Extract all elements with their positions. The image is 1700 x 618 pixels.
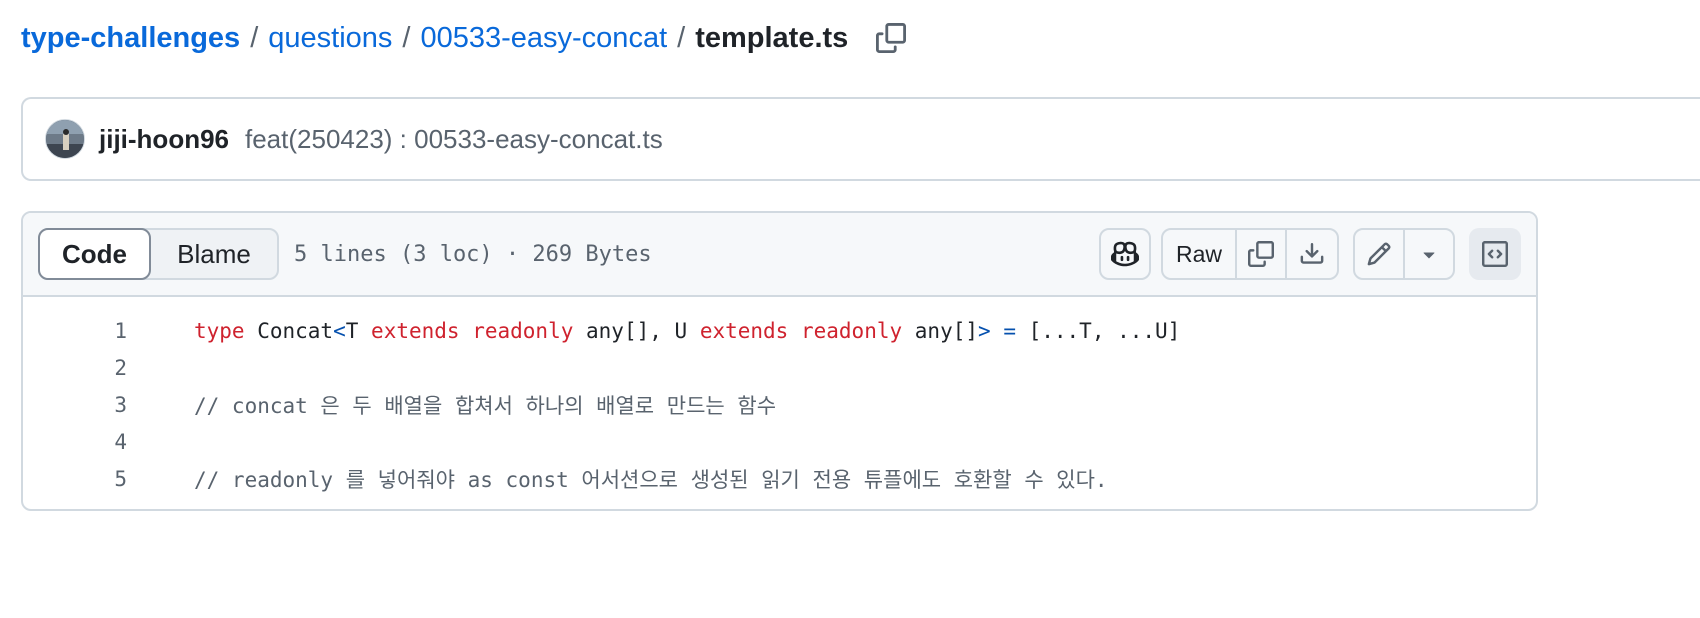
- file-meta: 5 lines (3 loc) · 269 Bytes: [294, 241, 652, 267]
- copy-icon: [876, 23, 907, 53]
- breadcrumb-repo-link[interactable]: type-challenges: [21, 22, 240, 55]
- raw-button[interactable]: Raw: [1163, 230, 1237, 278]
- breadcrumb-folder-link[interactable]: 00533-easy-concat: [420, 22, 667, 55]
- code-line: 2: [23, 350, 1536, 387]
- code-view[interactable]: 1 type Concat<T extends readonly any[], …: [23, 297, 1536, 497]
- commit-author-link[interactable]: jiji-hoon96: [99, 124, 229, 155]
- line-code: type Concat<T extends readonly any[], U …: [194, 319, 1180, 343]
- latest-commit-bar: jiji-hoon96 feat(250423) : 00533-easy-co…: [21, 97, 1700, 181]
- copilot-icon: [1111, 241, 1139, 267]
- edit-file-button[interactable]: [1355, 230, 1405, 278]
- token-keyword: readonly: [800, 319, 903, 344]
- copy-path-button[interactable]: [874, 21, 908, 55]
- symbols-panel-button[interactable]: [1469, 228, 1521, 280]
- tab-code[interactable]: Code: [38, 228, 151, 280]
- line-number[interactable]: 5: [23, 467, 127, 491]
- raw-copy-download-group: Raw: [1161, 228, 1339, 280]
- breadcrumb-separator: /: [250, 21, 259, 54]
- token-text: any[]: [902, 319, 978, 344]
- file-view: Code Blame 5 lines (3 loc) · 269 Bytes R…: [21, 211, 1538, 511]
- token-keyword: readonly: [472, 319, 574, 344]
- pencil-icon: [1367, 242, 1391, 266]
- code-comment: // concat 은 두 배열을 합쳐서 하나의 배열로 만드는 함수: [194, 393, 777, 418]
- code-line: 5 // readonly 를 넣어줘야 as const 어서션으로 생성된 …: [23, 460, 1536, 497]
- token-text: Concat: [244, 319, 334, 344]
- token-keyword: type: [194, 319, 245, 344]
- line-number[interactable]: 2: [23, 356, 127, 380]
- commit-message-link[interactable]: feat(250423) : 00533-easy-concat.ts: [245, 124, 663, 155]
- view-toggle: Code Blame: [38, 228, 279, 280]
- breadcrumb-separator: /: [402, 21, 411, 54]
- edit-dropdown-button[interactable]: [1405, 230, 1453, 278]
- code-line: 4: [23, 423, 1536, 460]
- file-header: Code Blame 5 lines (3 loc) · 269 Bytes R…: [23, 213, 1536, 297]
- triangle-down-icon: [1423, 252, 1435, 259]
- tab-blame[interactable]: Blame: [151, 230, 277, 278]
- token-keyword: extends: [371, 319, 460, 344]
- copy-raw-button[interactable]: [1237, 230, 1287, 278]
- token-text: any[], U: [573, 319, 700, 344]
- download-icon: [1300, 243, 1324, 264]
- breadcrumb-separator: /: [677, 21, 686, 54]
- edit-group: [1353, 228, 1455, 280]
- token-text: T: [345, 319, 372, 344]
- code-line: 1 type Concat<T extends readonly any[], …: [23, 313, 1536, 350]
- avatar[interactable]: [45, 119, 85, 159]
- line-number[interactable]: 4: [23, 430, 127, 454]
- breadcrumb: type-challenges / questions / 00533-easy…: [21, 18, 908, 58]
- line-number[interactable]: 1: [23, 319, 127, 343]
- code-comment: // readonly 를 넣어줘야 as const 어서션으로 생성된 읽기…: [194, 467, 1108, 492]
- token-text: [...T, ...U]: [1015, 319, 1181, 344]
- copy-icon: [1248, 241, 1274, 267]
- line-number[interactable]: 3: [23, 393, 127, 417]
- copilot-button[interactable]: [1099, 228, 1151, 280]
- token-keyword: extends: [699, 319, 789, 344]
- avatar-image: [46, 120, 84, 158]
- code-square-icon: [1482, 241, 1508, 267]
- token-operator: =: [1003, 319, 1016, 344]
- code-line: 3 // concat 은 두 배열을 합쳐서 하나의 배열로 만드는 함수: [23, 387, 1536, 424]
- download-button[interactable]: [1287, 230, 1337, 278]
- token-operator: <: [333, 319, 346, 344]
- token-operator: >: [978, 319, 991, 344]
- breadcrumb-current-file: template.ts: [695, 21, 849, 54]
- file-toolbar: Raw: [1099, 228, 1521, 280]
- breadcrumb-questions-link[interactable]: questions: [268, 22, 392, 55]
